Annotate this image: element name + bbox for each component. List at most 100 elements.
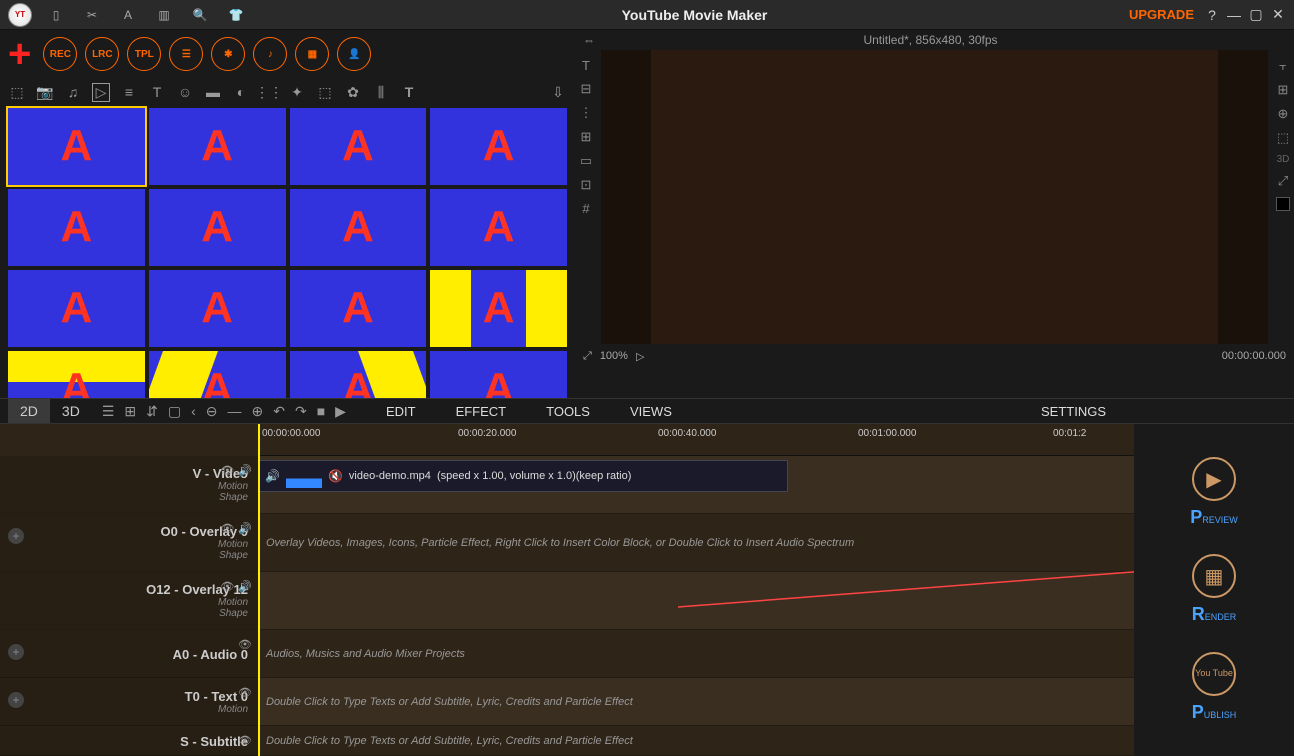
menu-settings[interactable]: SETTINGS — [1041, 404, 1106, 419]
menu-views[interactable]: VIEWS — [630, 404, 672, 419]
clip-speaker-icon2[interactable]: 🔇 — [328, 469, 343, 483]
note-icon[interactable]: ♫ — [64, 84, 82, 100]
eye-icon[interactable]: 👁 — [238, 686, 252, 699]
transition-thumb[interactable]: A — [430, 189, 567, 266]
list-view-icon[interactable]: ☰ — [102, 403, 115, 420]
maximize-icon[interactable]: ▢ — [1248, 7, 1264, 23]
download-icon[interactable]: ⇩ — [549, 84, 567, 101]
eye-icon[interactable]: 👁 — [238, 734, 252, 747]
clip-speaker-icon[interactable]: 🔊 — [265, 469, 280, 483]
list-button[interactable]: ☰ — [169, 37, 203, 71]
redo-icon[interactable]: ↷ — [295, 403, 307, 420]
transition-thumb[interactable]: A — [8, 189, 145, 266]
track-content-video[interactable]: 🔊 🔇 video-demo.mp4 (speed x 1.00, volume… — [258, 456, 1134, 513]
preview-viewport[interactable] — [601, 50, 1268, 344]
transition-thumb[interactable]: A — [8, 108, 145, 185]
grid3-icon[interactable]: ⋮ — [580, 105, 593, 121]
camera-icon[interactable]: 📷 — [36, 84, 54, 101]
rec-button[interactable]: REC — [43, 37, 77, 71]
menu-effect[interactable]: EFFECT — [456, 404, 507, 419]
menu-edit[interactable]: EDIT — [386, 404, 416, 419]
stop-icon[interactable]: ■ — [317, 403, 325, 419]
layout-icon[interactable]: ⬚ — [8, 84, 26, 101]
columns-icon[interactable]: ▥ — [152, 3, 176, 27]
zoom-slider[interactable]: — — [227, 403, 241, 419]
rect-icon[interactable]: ▭ — [580, 153, 592, 169]
track-head-overlay0[interactable]: + O0 - Overlay 0 Motion Shape 👁🔊 — [0, 514, 258, 571]
text-icon[interactable]: T — [148, 84, 166, 100]
help-icon[interactable]: ? — [1204, 7, 1220, 23]
frame-icon[interactable]: ⬚ — [316, 84, 334, 101]
guide-icon[interactable]: ⊟ — [581, 81, 592, 97]
scissors-icon[interactable]: ✂ — [80, 3, 104, 27]
3d-toggle[interactable]: 3D — [1277, 154, 1290, 165]
undo-icon[interactable]: ↶ — [273, 403, 285, 420]
publish-button[interactable]: You Tube Publish — [1192, 652, 1237, 723]
search-icon[interactable]: 🔍 — [188, 3, 212, 27]
hash-icon[interactable]: # — [582, 201, 589, 216]
track-head-text0[interactable]: + T0 - Text 0 Motion 👁 — [0, 678, 258, 726]
play-preview-icon[interactable]: ▷ — [636, 350, 644, 363]
fit-tool-icon[interactable]: ⇵ — [146, 403, 158, 420]
transition-thumb[interactable]: A — [430, 108, 567, 185]
menu-tools[interactable]: TOOLS — [546, 404, 590, 419]
snap-icon[interactable]: ⫟ — [1279, 58, 1287, 74]
zoom-out-icon[interactable]: ⊖ — [206, 403, 218, 420]
transition-thumb[interactable]: A — [290, 108, 427, 185]
text-tool-icon[interactable]: T — [582, 58, 590, 73]
eye-icon[interactable]: 👁 — [238, 638, 252, 651]
transition-thumb[interactable]: A — [149, 351, 286, 398]
align2-icon[interactable]: ⊞ — [581, 129, 592, 145]
transition-thumb[interactable]: A — [149, 108, 286, 185]
grid-view-icon[interactable]: ⊞ — [124, 403, 136, 420]
flower-button[interactable]: ✱ — [211, 37, 245, 71]
chevron-left-icon[interactable]: ‹ — [191, 403, 196, 419]
time-ruler[interactable]: 00:00:00.000 00:00:20.000 00:00:40.000 0… — [258, 424, 1134, 456]
add-track-icon[interactable]: + — [8, 644, 24, 660]
lock-icon[interactable]: ⬚ — [1277, 130, 1289, 146]
transition-thumb[interactable]: A — [149, 270, 286, 347]
track-head-audio0[interactable]: + A0 - Audio 0 👁 — [0, 630, 258, 678]
tab-3d[interactable]: 3D — [50, 399, 92, 423]
add-media-button[interactable]: + — [8, 34, 31, 74]
grid-icon[interactable]: ⊞ — [1278, 82, 1289, 98]
track-content-text0[interactable]: Double Click to Type Texts or Add Subtit… — [258, 678, 1134, 725]
transition-thumb[interactable]: A — [430, 351, 567, 398]
add-track-icon[interactable]: + — [8, 528, 24, 544]
play-icon[interactable]: ▶ — [335, 403, 346, 420]
close-icon[interactable]: ✕ — [1270, 7, 1286, 23]
eye-icon[interactable]: 👁 — [220, 522, 234, 535]
color-swatch[interactable] — [1276, 197, 1290, 211]
minimize-icon[interactable]: — — [1226, 7, 1242, 23]
transition-thumb[interactable]: A — [8, 351, 145, 398]
track-head-subtitle[interactable]: S - Subtitle 👁 — [0, 726, 258, 756]
bookmark-icon[interactable]: ▯ — [44, 3, 68, 27]
contrast-icon[interactable]: ◐ — [232, 84, 250, 100]
emoji-icon[interactable]: ☺ — [176, 84, 194, 100]
font-icon[interactable]: A — [116, 3, 140, 27]
speaker-icon[interactable]: 🔊 — [238, 522, 252, 535]
film-button[interactable]: ▦ — [295, 37, 329, 71]
video-clip[interactable]: 🔊 🔇 video-demo.mp4 (speed x 1.00, volume… — [258, 460, 788, 492]
marker-icon[interactable]: ▢ — [168, 403, 181, 420]
expand-icon[interactable]: ⤢ — [1278, 173, 1288, 189]
fullscreen-icon[interactable]: ⤢ — [583, 350, 592, 363]
tab-2d[interactable]: 2D — [8, 399, 50, 423]
track-content-audio0[interactable]: Audios, Musics and Audio Mixer Projects — [258, 630, 1134, 677]
transition-thumb[interactable]: A — [290, 351, 427, 398]
transition-thumb[interactable]: A — [290, 189, 427, 266]
eye-icon[interactable]: 👁 — [220, 580, 234, 593]
add-track-icon[interactable]: + — [8, 692, 24, 708]
track-content-overlay12[interactable]: ⇨ — [258, 572, 1134, 629]
track-head-video[interactable]: V - Video Motion Shape 👁🔊 — [0, 456, 258, 513]
align-icon[interactable]: ≡ — [120, 84, 138, 100]
music-button[interactable]: ♪ — [253, 37, 287, 71]
transition-thumb[interactable]: A — [8, 270, 145, 347]
lrc-button[interactable]: LRC — [85, 37, 119, 71]
transition-thumb[interactable]: A — [430, 270, 567, 347]
transition-icon[interactable]: ▷ — [92, 83, 110, 102]
preview-button[interactable]: ▶ Preview — [1190, 457, 1238, 528]
zoom-in-icon[interactable]: ⊕ — [251, 403, 263, 420]
speaker-icon[interactable]: 🔊 — [238, 580, 252, 593]
puzzle-icon[interactable]: ✿ — [344, 84, 362, 101]
